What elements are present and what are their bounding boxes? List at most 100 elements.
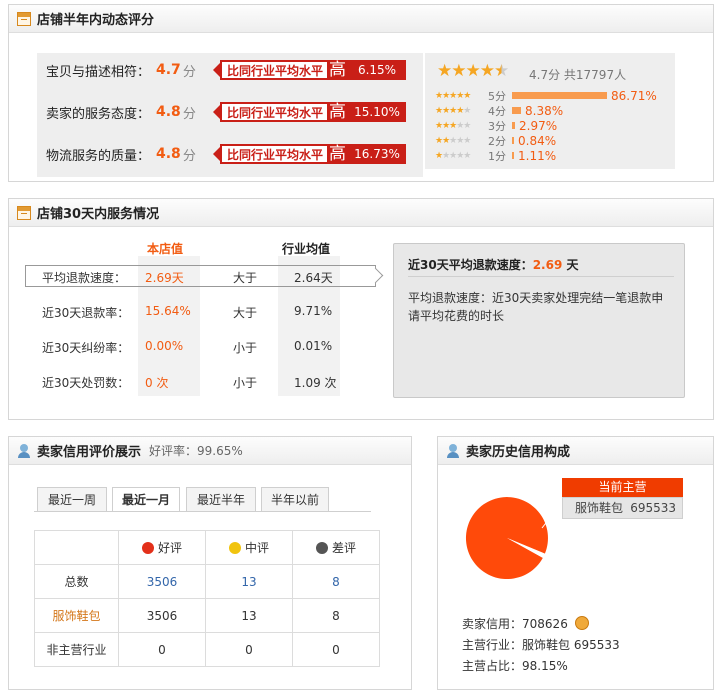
mid-count: 0	[205, 632, 293, 667]
dist-pct: 1.11%	[518, 148, 557, 163]
calendar-icon	[17, 205, 31, 220]
service-header: 店铺30天内服务情况	[9, 199, 713, 227]
dist-pct: 86.71%	[611, 88, 657, 103]
dist-bar	[512, 107, 521, 114]
half-star-icon: ★	[493, 61, 509, 81]
good-count: 3506	[118, 598, 206, 633]
compare-arrow-icon	[213, 63, 220, 77]
tab-divider	[34, 511, 371, 512]
dsr-header: 店铺半年内动态评分	[9, 5, 713, 33]
refund-desc: 平均退款速度：近30天卖家处理完结一笔退款申请平均花费的时长	[408, 291, 664, 323]
svc-compare: 大于	[233, 271, 258, 285]
pie-leader-line	[541, 499, 565, 529]
row-label: 非主营行业	[34, 632, 119, 667]
good-rate-label: 好评率：	[149, 444, 198, 458]
tab-half-year[interactable]: 最近半年	[186, 487, 256, 511]
compare-level: 高	[327, 144, 349, 164]
dist-label: 2分	[488, 134, 506, 148]
bad-count-link[interactable]: 8	[292, 564, 380, 599]
dist-label: 3分	[488, 119, 506, 133]
dsr-unit: 分	[182, 106, 196, 122]
star-icon: ★★★	[435, 120, 457, 131]
pie-label-main: 当前主营	[562, 478, 683, 497]
good-count-link[interactable]: 3506	[118, 564, 206, 599]
dist-pct: 2.97%	[519, 118, 558, 133]
mid-count: 13	[205, 598, 293, 633]
rating-table: 好评 中评 差评 总数 3506 13 8 服饰鞋包 3506 13 8 非主营…	[34, 530, 380, 667]
dist-bar	[512, 152, 514, 159]
table-row: 服饰鞋包 3506 13 8	[34, 598, 380, 633]
main-value: 服饰鞋包 695533	[522, 638, 620, 652]
star-icon: ★★	[456, 120, 471, 131]
good-header-label: 好评	[157, 541, 182, 555]
svc-shop-value: 15.64%	[145, 304, 191, 318]
pie-category-name: 服饰鞋包	[575, 501, 624, 515]
service-title: 店铺30天内服务情况	[37, 207, 160, 222]
bad-header-label: 差评	[331, 541, 356, 555]
svc-label: 近30天退款率：	[42, 306, 130, 320]
dsr-unit: 分	[182, 148, 196, 164]
table-corner	[34, 530, 119, 565]
history-stats: 卖家信用：708626 主营行业：服饰鞋包 695533 主营占比：98.15%	[462, 614, 620, 677]
dsr-compare-service: 比同行业平均水平 高 15.10%	[213, 100, 407, 124]
compare-text: 比同行业平均水平	[227, 105, 324, 120]
compare-level: 高	[327, 60, 349, 80]
tab-before-half-year[interactable]: 半年以前	[261, 487, 329, 511]
dsr-compare-logistics: 比同行业平均水平 高 16.73%	[213, 142, 407, 166]
credit-header: 卖家信用评价展示 好评率：99.65%	[9, 437, 411, 465]
dsr-label: 物流服务的质量：	[46, 148, 151, 164]
mid-count-link[interactable]: 13	[205, 564, 293, 599]
dist-label: 1分	[488, 149, 506, 163]
tab-month[interactable]: 最近一月	[112, 487, 180, 512]
svc-industry-value: 2.64天	[294, 271, 333, 285]
compare-level: 高	[327, 102, 349, 122]
compare-arrow-icon	[213, 147, 220, 161]
svc-shop-value: 0 次	[145, 376, 169, 390]
divider	[408, 276, 674, 277]
dsr-unit: 分	[182, 64, 196, 80]
dist-pct: 8.38%	[525, 103, 564, 118]
flower-yellow-icon	[228, 542, 241, 554]
refund-unit: 天	[566, 258, 579, 272]
rating-stars: ★★★★★	[437, 61, 509, 81]
star-icon: ★★★★	[437, 61, 495, 81]
tab-week[interactable]: 最近一周	[37, 487, 107, 511]
dist-row: ★★★★★ 4分 8.38%	[435, 103, 563, 118]
dsr-title: 店铺半年内动态评分	[37, 13, 155, 28]
user-icon	[446, 443, 460, 458]
svc-industry-value: 0.01%	[294, 339, 333, 353]
user-icon	[17, 443, 31, 458]
refund-heading: 近30天平均退款速度：	[408, 258, 533, 272]
bad-count: 8	[292, 598, 380, 633]
dist-bar	[512, 122, 515, 129]
table-header-row: 好评 中评 差评	[34, 530, 380, 565]
star-icon: ★★★★★	[435, 90, 471, 101]
dsr-compare-desc: 比同行业平均水平 高 6.15%	[213, 58, 407, 82]
dsr-row-logistics: 物流服务的质量： 4.8 分	[46, 142, 196, 166]
pie-category-label: 服饰鞋包 695533	[562, 497, 683, 519]
pie-slice-main	[465, 497, 548, 580]
dist-row: ★★★★★ 2分 0.84%	[435, 133, 556, 148]
calendar-icon	[17, 11, 31, 26]
star-icon: ★★★★	[442, 150, 471, 161]
row-label: 服饰鞋包	[34, 598, 119, 633]
flower-red-icon	[141, 542, 154, 554]
bad-header: 差评	[292, 530, 380, 565]
ratio-value: 98.15%	[522, 659, 568, 673]
svc-industry-value: 1.09 次	[294, 376, 337, 390]
row-label: 总数	[34, 564, 119, 599]
dsr-score: 4.8	[156, 104, 181, 120]
ratio-label: 主营占比：	[462, 659, 523, 673]
star-icon: ★	[463, 105, 471, 116]
dist-row: ★★★★★ 5分 86.71%	[435, 88, 657, 103]
dsr-row-service: 卖家的服务态度： 4.8 分	[46, 100, 196, 124]
compare-pct: 16.73%	[348, 144, 407, 164]
col-industry-header: 行业均值	[282, 242, 331, 256]
mid-header-label: 中评	[244, 541, 269, 555]
svc-label: 平均退款速度：	[42, 271, 127, 285]
bad-count: 0	[292, 632, 380, 667]
col-shop-header: 本店值	[147, 242, 184, 256]
dsr-score: 4.7	[156, 62, 181, 78]
star-icon: ★★	[435, 135, 450, 146]
pie-category-value: 695533	[630, 501, 676, 515]
